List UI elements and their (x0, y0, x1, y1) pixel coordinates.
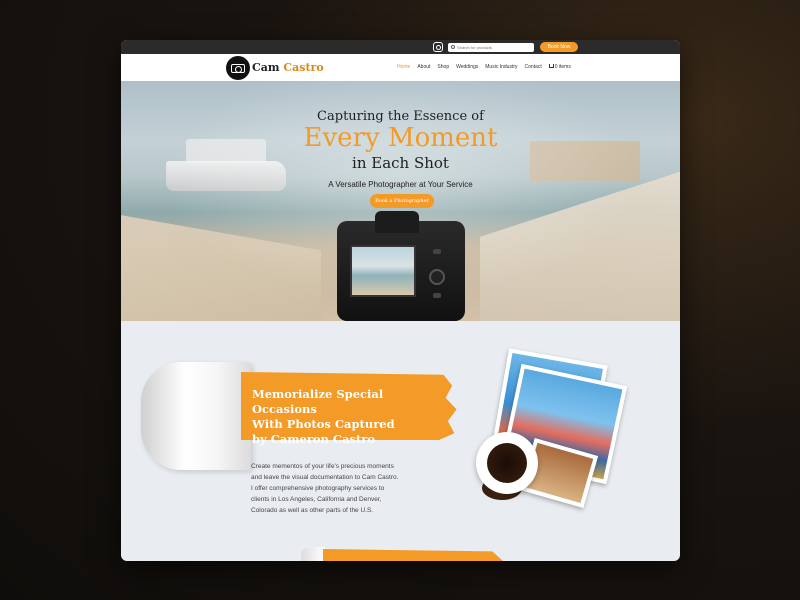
camera-screen (350, 245, 416, 297)
search-box[interactable] (448, 42, 534, 52)
hero-title-line1: Capturing the Essence of (317, 109, 484, 124)
camera-button-bottom (433, 293, 441, 298)
utility-bar-group (433, 42, 534, 52)
section-heading-line2: With Photos Captured (252, 417, 395, 431)
search-input[interactable] (457, 44, 533, 50)
nav-music-industry[interactable]: Music Industry (485, 64, 517, 70)
nav-weddings[interactable]: Weddings (456, 64, 478, 70)
nav-links: Home About Shop Weddings Music Industry … (397, 64, 571, 70)
next-section-curl (301, 547, 325, 561)
book-now-button[interactable]: Book Now (540, 42, 578, 52)
hero-title-line3: in Each Shot (352, 154, 449, 172)
search-icon (451, 45, 455, 49)
nav-cart[interactable]: 0 items (548, 64, 571, 70)
nav-shop[interactable]: Shop (437, 64, 449, 70)
camera-viewfinder (375, 211, 419, 233)
cart-icon (548, 64, 554, 68)
instagram-icon[interactable] (433, 42, 443, 52)
logo-first: Cam (252, 61, 280, 74)
hero-subtitle: A Versatile Photographer at Your Service (328, 180, 473, 189)
nav-about[interactable]: About (417, 64, 430, 70)
browser-frame: Book Now Cam Castro Home About Shop Wedd… (121, 40, 680, 561)
paper-curl-decoration (141, 362, 251, 470)
utility-bar: Book Now (121, 40, 680, 54)
section-heading-line3: by Cameron Castro (252, 432, 376, 446)
main-nav: Cam Castro Home About Shop Weddings Musi… (121, 54, 680, 81)
next-section-banner (323, 549, 503, 561)
coffee-cup (476, 432, 538, 494)
logo-second: Castro (283, 61, 324, 74)
site-logo-text[interactable]: Cam Castro (252, 61, 324, 74)
hero-section: Capturing the Essence of Every Moment in… (121, 81, 680, 321)
section-heading: Memorialize Special Occasions With Photo… (252, 387, 452, 447)
hero-title-line2: Every Moment (303, 123, 498, 153)
camera-logo-icon[interactable] (226, 56, 250, 80)
camera-image (337, 211, 465, 321)
camera-button-top (433, 249, 441, 254)
cart-count: 0 items (554, 64, 571, 70)
section-body-text: Create mementos of your life's precious … (251, 463, 399, 514)
nav-contact[interactable]: Contact (525, 64, 542, 70)
camera-dial (429, 269, 445, 285)
book-photographer-button[interactable]: Book a Photographer (370, 194, 434, 208)
section-heading-line1: Memorialize Special Occasions (252, 387, 384, 416)
nav-home[interactable]: Home (397, 64, 410, 70)
photo-stack-image (476, 348, 636, 516)
